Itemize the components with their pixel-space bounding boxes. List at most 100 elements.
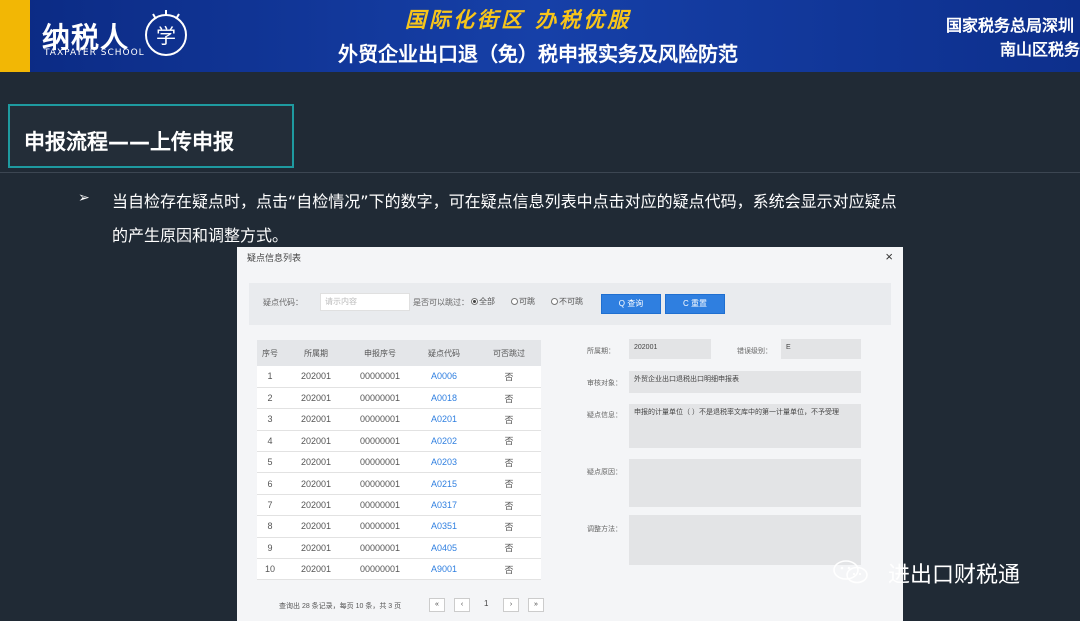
header-banner: 纳税人 TAXPAYER SCHOOL 学 国际化街区 办税优服 外贸企业出口退… bbox=[0, 0, 1080, 72]
table-header-row: 序号 所属期 申报序号 疑点代码 可否跳过 bbox=[257, 340, 541, 366]
row-period: 202001 bbox=[283, 537, 349, 560]
reset-button[interactable]: C 重置 bbox=[665, 294, 725, 314]
row-index: 2 bbox=[257, 387, 283, 410]
next-page-button[interactable]: › bbox=[503, 598, 519, 612]
wechat-icon bbox=[833, 560, 868, 584]
table-row[interactable]: 2 202001 00000001 A0018 否 bbox=[257, 387, 541, 410]
period-value: 202001 bbox=[629, 339, 711, 359]
pager-summary: 查询出 28 条记录，每页 10 条，共 3 页 bbox=[279, 603, 402, 610]
description-line1: 当自检存在疑点时，点击“自检情况”下的数字，可在疑点信息列表中点击对应的疑点代码… bbox=[112, 192, 897, 211]
radio-all-label: 全部 bbox=[479, 297, 495, 306]
row-code[interactable]: A0317 bbox=[411, 494, 477, 517]
row-decl-no: 00000001 bbox=[349, 408, 411, 431]
row-index: 9 bbox=[257, 537, 283, 560]
row-code[interactable]: A0215 bbox=[411, 472, 477, 495]
row-index: 5 bbox=[257, 451, 283, 474]
row-index: 6 bbox=[257, 472, 283, 495]
code-search-input[interactable]: 请示内容 bbox=[320, 293, 410, 311]
row-period: 202001 bbox=[283, 472, 349, 495]
org-name-line2: 南山区税务 bbox=[1000, 40, 1080, 59]
level-value: E bbox=[781, 339, 861, 359]
current-page: 1 bbox=[484, 599, 489, 608]
table-row[interactable]: 1 202001 00000001 A0006 否 bbox=[257, 366, 541, 388]
search-button[interactable]: Q 查询 bbox=[601, 294, 661, 314]
row-code[interactable]: A0351 bbox=[411, 515, 477, 538]
page-title: 外贸企业出口退（免）税申报实务及风险防范 bbox=[338, 42, 738, 66]
table-row[interactable]: 3 202001 00000001 A0201 否 bbox=[257, 408, 541, 431]
info-label: 疑点信息： bbox=[587, 412, 622, 419]
row-period: 202001 bbox=[283, 494, 349, 517]
table-row[interactable]: 4 202001 00000001 A0202 否 bbox=[257, 430, 541, 453]
row-period: 202001 bbox=[283, 451, 349, 474]
last-page-button[interactable]: » bbox=[528, 598, 544, 612]
col-header-skip: 可否跳过 bbox=[477, 340, 541, 366]
filter-bar: 疑点代码： 请示内容 是否可以跳过： 全部 可跳 不可跳 Q 查询 C 重置 bbox=[249, 283, 891, 325]
row-period: 202001 bbox=[283, 387, 349, 410]
doubt-table: 序号 所属期 申报序号 疑点代码 可否跳过 1 202001 00000001 A00… bbox=[257, 340, 541, 581]
row-period: 202001 bbox=[283, 408, 349, 431]
radio-skippable[interactable]: 可跳 bbox=[511, 296, 535, 307]
col-header-decl-no: 申报序号 bbox=[349, 340, 411, 366]
close-icon[interactable]: × bbox=[885, 249, 893, 264]
row-period: 202001 bbox=[283, 515, 349, 538]
bullet-arrow-icon: ➢ bbox=[78, 190, 90, 206]
row-skip: 否 bbox=[477, 494, 541, 517]
row-code[interactable]: A0018 bbox=[411, 387, 477, 410]
row-decl-no: 00000001 bbox=[349, 537, 411, 560]
radio-not-skippable-label: 不可跳 bbox=[559, 297, 583, 306]
description-line2: 的产生原因和调整方式。 bbox=[112, 226, 289, 245]
banner-accent-bar bbox=[0, 0, 30, 72]
row-decl-no: 00000001 bbox=[349, 558, 411, 581]
radio-not-skippable[interactable]: 不可跳 bbox=[551, 296, 583, 307]
table-row[interactable]: 9 202001 00000001 A0405 否 bbox=[257, 537, 541, 560]
table-row[interactable]: 6 202001 00000001 A0215 否 bbox=[257, 472, 541, 495]
col-header-period: 所属期 bbox=[283, 340, 349, 366]
row-decl-no: 00000001 bbox=[349, 451, 411, 474]
table-row[interactable]: 5 202001 00000001 A0203 否 bbox=[257, 451, 541, 474]
method-value bbox=[629, 515, 861, 565]
row-skip: 否 bbox=[477, 366, 541, 388]
row-index: 1 bbox=[257, 366, 283, 388]
dialog-title: 疑点信息列表 bbox=[247, 253, 302, 263]
logo-icon: 学 bbox=[145, 10, 187, 56]
row-decl-no: 00000001 bbox=[349, 515, 411, 538]
row-code[interactable]: A9001 bbox=[411, 558, 477, 581]
radio-unchecked-icon bbox=[511, 298, 518, 305]
row-code[interactable]: A0203 bbox=[411, 451, 477, 474]
code-label: 疑点代码： bbox=[263, 298, 303, 307]
radio-unchecked-icon bbox=[551, 298, 558, 305]
row-decl-no: 00000001 bbox=[349, 494, 411, 517]
row-period: 202001 bbox=[283, 558, 349, 581]
first-page-button[interactable]: « bbox=[429, 598, 445, 612]
row-skip: 否 bbox=[477, 387, 541, 410]
radio-all[interactable]: 全部 bbox=[471, 296, 495, 307]
row-skip: 否 bbox=[477, 430, 541, 453]
radio-checked-icon bbox=[471, 298, 478, 305]
row-code[interactable]: A0202 bbox=[411, 430, 477, 453]
org-name-line1: 国家税务总局深圳 bbox=[946, 16, 1075, 35]
object-label: 审核对象： bbox=[587, 380, 622, 387]
row-index: 3 bbox=[257, 408, 283, 431]
row-period: 202001 bbox=[283, 366, 349, 388]
object-value: 外贸企业出口退税出口明细申报表 bbox=[629, 371, 861, 393]
row-code[interactable]: A0006 bbox=[411, 366, 477, 388]
row-code[interactable]: A0405 bbox=[411, 537, 477, 560]
col-header-code: 疑点代码 bbox=[411, 340, 477, 366]
info-value: 申报的计量单位（ ）不是退税率文库中的第一计量单位，不予受理 bbox=[629, 404, 861, 448]
row-index: 8 bbox=[257, 515, 283, 538]
row-decl-no: 00000001 bbox=[349, 387, 411, 410]
table-row[interactable]: 10 202001 00000001 A9001 否 bbox=[257, 558, 541, 581]
row-decl-no: 00000001 bbox=[349, 472, 411, 495]
watermark-text: 进出口财税通 bbox=[888, 563, 1021, 588]
reason-value bbox=[629, 459, 861, 507]
doubt-info-dialog: 疑点信息列表 × 疑点代码： 请示内容 是否可以跳过： 全部 可跳 不可跳 Q … bbox=[237, 247, 903, 621]
table-row[interactable]: 8 202001 00000001 A0351 否 bbox=[257, 515, 541, 538]
row-skip: 否 bbox=[477, 515, 541, 538]
row-skip: 否 bbox=[477, 408, 541, 431]
prev-page-button[interactable]: ‹ bbox=[454, 598, 470, 612]
row-code[interactable]: A0201 bbox=[411, 408, 477, 431]
row-decl-no: 00000001 bbox=[349, 366, 411, 388]
method-label: 调整方法： bbox=[587, 526, 622, 533]
col-header-index: 序号 bbox=[257, 340, 283, 366]
table-row[interactable]: 7 202001 00000001 A0317 否 bbox=[257, 494, 541, 517]
